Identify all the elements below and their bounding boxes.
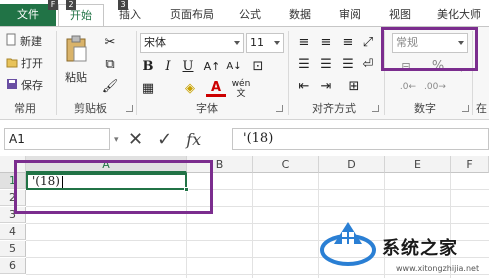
column-header-d[interactable]: D <box>319 156 385 173</box>
keytip-2: 2 <box>66 0 76 10</box>
column-header-f[interactable]: F <box>451 156 489 173</box>
chevron-down-icon <box>274 41 280 45</box>
open-label: 打开 <box>21 57 43 70</box>
group-label-clipboard: 剪贴板 <box>74 102 107 115</box>
keytip-f: F <box>48 0 58 10</box>
formula-input-value: '(18) <box>243 131 274 146</box>
font-special-icon[interactable]: ⊡ <box>248 57 268 77</box>
group-label-font: 字体 <box>196 102 218 115</box>
paste-label: 粘贴 <box>65 71 87 84</box>
increase-indent-icon[interactable]: ⇥ <box>316 77 336 97</box>
insert-function-icon[interactable]: fx <box>186 130 201 149</box>
group-separator <box>56 31 57 115</box>
new-button[interactable]: 新建 <box>6 33 42 49</box>
merge-center-icon[interactable]: ⊞ <box>344 77 364 97</box>
cut-icon[interactable]: ✂ <box>100 33 120 53</box>
font-size-value: 11 <box>250 36 264 49</box>
tab-data[interactable]: 数据 <box>282 4 318 26</box>
tab-view[interactable]: 视图 <box>382 4 418 26</box>
fill-color-icon[interactable]: ◈ <box>180 79 200 99</box>
name-box[interactable]: A1 <box>4 128 110 150</box>
chevron-down-icon <box>234 41 240 45</box>
save-button[interactable]: 保存 <box>6 77 43 93</box>
align-middle-icon[interactable]: ≡ <box>316 33 336 53</box>
underline-button[interactable]: U <box>178 57 198 77</box>
new-file-icon <box>6 33 17 49</box>
italic-button[interactable]: I <box>158 57 178 77</box>
phonetic-button[interactable]: wén 文 <box>226 79 256 99</box>
column-header-e[interactable]: E <box>385 156 451 173</box>
formula-buttons: ✕ ✓ fx <box>128 128 201 150</box>
watermark: 系统之家 www.xitongzhijia.net <box>318 212 486 276</box>
tab-review[interactable]: 审阅 <box>332 4 368 26</box>
ribbon-tab-bar: 文件 F 开始 2 插入 3 页面布局 公式 数据 审阅 视图 美化大师 <box>0 0 489 26</box>
font-color-button[interactable]: A <box>206 79 226 97</box>
increase-font-icon[interactable]: A↑ <box>202 57 222 77</box>
format-painter-icon[interactable]: 🖌 <box>100 77 120 97</box>
copy-icon[interactable]: ⧉ <box>100 55 120 75</box>
align-top-icon[interactable]: ≡ <box>294 33 314 53</box>
group-label-extra: 在 <box>476 102 487 115</box>
phonetic-label: wén <box>231 79 251 89</box>
row-header-6[interactable]: 6 <box>0 258 26 274</box>
border-icon[interactable]: ▦ <box>138 79 158 99</box>
watermark-text: 系统之家 <box>382 238 458 259</box>
number-format-highlight <box>381 27 478 71</box>
ribbon: 新建 打开 保存 常用 粘贴 ✂ ⧉ 🖌 剪贴板 宋体 11 B I U A↑ … <box>0 26 489 120</box>
formula-input[interactable]: '(18) <box>232 128 489 150</box>
name-box-dropdown-icon[interactable]: ▾ <box>114 135 119 145</box>
cancel-icon[interactable]: ✕ <box>128 129 143 150</box>
align-bottom-icon[interactable]: ≡ <box>338 33 358 53</box>
font-name-select[interactable]: 宋体 <box>140 33 244 53</box>
watermark-logo-icon <box>320 222 376 266</box>
open-folder-icon <box>6 56 18 71</box>
clipboard-icon <box>64 35 88 66</box>
new-label: 新建 <box>20 35 42 48</box>
alignment-launcher-icon[interactable] <box>372 105 379 112</box>
formula-bar: A1 ▾ ✕ ✓ fx '(18) <box>0 120 489 156</box>
group-label-number: 数字 <box>414 102 436 115</box>
group-separator <box>288 31 289 115</box>
increase-decimal-icon[interactable]: .0← <box>398 77 418 97</box>
font-launcher-icon[interactable] <box>276 105 283 112</box>
wrap-text-icon[interactable]: ⏎ <box>358 55 378 75</box>
enter-icon[interactable]: ✓ <box>157 129 172 150</box>
tab-formulas[interactable]: 公式 <box>232 4 268 26</box>
column-header-c[interactable]: C <box>253 156 319 173</box>
row-header-5[interactable]: 5 <box>0 241 26 257</box>
tab-beautify[interactable]: 美化大师 <box>430 4 488 26</box>
group-label-common: 常用 <box>14 102 36 115</box>
align-right-icon[interactable]: ☰ <box>338 55 358 75</box>
keytip-3: 3 <box>118 0 128 10</box>
watermark-url: www.xitongzhijia.net <box>396 264 480 273</box>
font-name-value: 宋体 <box>144 36 166 49</box>
open-button[interactable]: 打开 <box>6 55 43 71</box>
tab-page-layout[interactable]: 页面布局 <box>162 4 222 26</box>
cell-highlight <box>14 160 213 214</box>
tab-home[interactable]: 开始 <box>58 4 104 26</box>
grid-line <box>252 173 253 278</box>
group-separator <box>136 31 137 115</box>
save-disk-icon <box>6 78 18 93</box>
bold-button[interactable]: B <box>138 57 158 77</box>
orientation-icon[interactable]: ⤢ <box>358 33 378 53</box>
row-header-4[interactable]: 4 <box>0 224 26 240</box>
paste-button[interactable]: 粘贴 <box>64 35 88 85</box>
align-center-icon[interactable]: ☰ <box>316 55 336 75</box>
clipboard-launcher-icon[interactable] <box>126 105 133 112</box>
number-launcher-icon[interactable] <box>462 105 469 112</box>
name-box-value: A1 <box>9 132 25 146</box>
decrease-decimal-icon[interactable]: .00→ <box>424 77 446 97</box>
decrease-font-icon[interactable]: A↓ <box>224 57 244 77</box>
group-label-alignment: 对齐方式 <box>312 102 356 115</box>
font-size-select[interactable]: 11 <box>246 33 284 53</box>
decrease-indent-icon[interactable]: ⇤ <box>294 77 314 97</box>
save-label: 保存 <box>21 79 43 92</box>
align-left-icon[interactable]: ☰ <box>294 55 314 75</box>
